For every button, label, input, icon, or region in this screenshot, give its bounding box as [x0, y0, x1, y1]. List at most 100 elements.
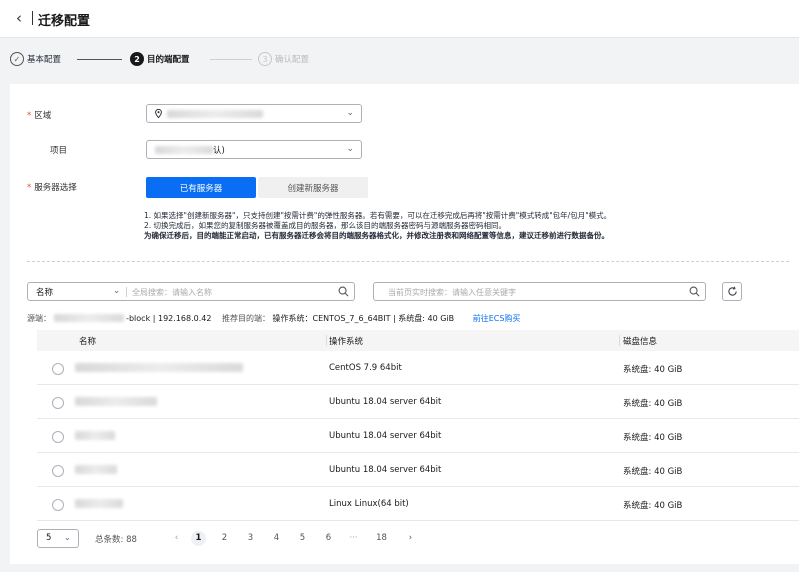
existing-server-button[interactable]: 已有服务器 — [146, 177, 256, 198]
page-size-value: 5 — [46, 533, 52, 543]
recommend-label: 推荐目的端： — [221, 314, 270, 323]
os-cell: Linux Linux(64 bit) — [329, 499, 409, 509]
pagination: 5 ⌄ 总条数: 88 ‹ 1 2 3 4 5 6 ··· 18 › — [37, 529, 799, 549]
row-radio[interactable] — [52, 465, 64, 477]
os-cell: Ubuntu 18.04 server 64bit — [329, 397, 442, 407]
step-connector — [210, 59, 252, 60]
column-header-os: 操作系统 — [329, 337, 364, 347]
page-1[interactable]: 1 — [191, 531, 206, 546]
refresh-button[interactable] — [722, 282, 742, 301]
step-label: 基本配置 — [27, 55, 62, 65]
row-radio[interactable] — [52, 431, 64, 443]
row-radio[interactable] — [52, 499, 64, 511]
global-search[interactable]: 名称 ⌄ 全局搜索：请输入名称 — [27, 282, 355, 301]
column-divider — [326, 335, 327, 346]
chevron-down-icon: ⌄ — [346, 144, 354, 154]
step-number: 3 — [258, 52, 272, 66]
disk-cell: 系统盘: 40 GiB — [623, 365, 683, 375]
project-select[interactable]: 认) ⌄ — [146, 140, 362, 159]
redacted-server-name — [75, 431, 115, 440]
table-header: 名称 操作系统 磁盘信息 — [37, 330, 799, 351]
filter-field-select[interactable]: 名称 — [36, 286, 53, 298]
main-card: * 区域 ⌄ 项目 认) ⌄ * 服务器选择 已有服务器 创建新服务器 1. 如果选… — [10, 84, 799, 564]
section-divider — [27, 261, 789, 262]
required-mark: * — [27, 111, 32, 121]
step-label: 目的端配置 — [147, 55, 190, 65]
disk-cell: 系统盘: 40 GiB — [623, 467, 683, 477]
os-cell: Ubuntu 18.04 server 64bit — [329, 465, 442, 475]
page-4[interactable]: 4 — [269, 531, 284, 546]
chevron-down-icon: ⌄ — [64, 533, 71, 542]
row-radio[interactable] — [52, 363, 64, 375]
column-divider — [619, 335, 620, 346]
server-select-label-text: 服务器选择 — [34, 183, 77, 193]
region-label: * 区域 — [27, 109, 51, 121]
page-5[interactable]: 5 — [295, 531, 310, 546]
filter-divider — [126, 287, 127, 297]
table-row[interactable]: Ubuntu 18.04 server 64bit 系统盘: 40 GiB — [37, 454, 799, 487]
table-row[interactable]: Ubuntu 18.04 server 64bit 系统盘: 40 GiB — [37, 386, 799, 419]
global-search-placeholder: 全局搜索：请输入名称 — [132, 288, 212, 297]
redacted-source — [53, 314, 124, 322]
next-page-icon[interactable]: › — [403, 531, 418, 546]
source-label: 源端： — [27, 314, 51, 323]
page-2[interactable]: 2 — [217, 531, 232, 546]
required-mark: * — [27, 183, 32, 193]
row-radio[interactable] — [52, 397, 64, 409]
step-target-config: 2 目的端配置 — [130, 52, 190, 66]
table-row[interactable]: Linux Linux(64 bit) 系统盘: 40 GiB — [37, 488, 799, 521]
step-number: 2 — [130, 52, 144, 66]
page-size-select[interactable]: 5 ⌄ — [37, 529, 79, 548]
os-label: 操作系统： — [272, 314, 313, 323]
page-title: 迁移配置 — [38, 14, 91, 29]
os-cell: CentOS 7.9 64bit — [329, 363, 402, 373]
step-connector — [77, 59, 122, 60]
search-icon[interactable] — [338, 286, 349, 297]
disk-cell: 系统盘: 40 GiB — [623, 399, 683, 409]
region-label-text: 区域 — [34, 111, 52, 121]
disk-cell: 系统盘: 40 GiB — [623, 433, 683, 443]
location-pin-icon — [155, 109, 162, 118]
total-count: 总条数: 88 — [95, 535, 137, 545]
note-line: 1. 如果选择"创建新服务器"，只支持创建"按需计费"的弹性服务器。若有需要，可… — [144, 211, 612, 220]
ecs-purchase-link[interactable]: 前往ECS购买 — [473, 314, 521, 323]
source-info: 源端： -block | 192.168.0.42 推荐目的端： 操作系统：CE… — [27, 313, 520, 324]
page-search[interactable]: 当前页实时搜索：请输入任意关键字 — [373, 282, 706, 301]
step-indicator: ✓ 基本配置 2 目的端配置 3 确认配置 — [0, 48, 799, 74]
step-basic-config: ✓ 基本配置 — [10, 52, 61, 66]
chevron-down-icon: ⌄ — [346, 108, 354, 118]
redacted-server-name — [75, 397, 157, 406]
column-header-name: 名称 — [79, 337, 97, 347]
page-header: ‹ 迁移配置 — [0, 0, 799, 38]
redacted-region — [167, 110, 263, 118]
os-value: CENTOS_7_6_64BIT | 系统盘: 40 GiB — [312, 314, 455, 323]
prev-page-icon[interactable]: ‹ — [169, 531, 184, 546]
server-select-label: * 服务器选择 — [27, 181, 77, 193]
project-value: 认) — [213, 146, 225, 156]
project-label: 项目 — [50, 146, 68, 156]
page-3[interactable]: 3 — [243, 531, 258, 546]
table-row[interactable]: Ubuntu 18.04 server 64bit 系统盘: 40 GiB — [37, 420, 799, 453]
page-last[interactable]: 18 — [374, 531, 389, 546]
column-header-disk: 磁盘信息 — [623, 337, 658, 347]
check-icon: ✓ — [10, 52, 24, 66]
warning-line: 为确保迁移后，目的端能正常启动，已有服务器迁移会将目的端服务器格式化，并修改注册… — [144, 231, 609, 240]
page-6[interactable]: 6 — [321, 531, 336, 546]
os-cell: Ubuntu 18.04 server 64bit — [329, 431, 442, 441]
redacted-server-name — [75, 363, 243, 372]
source-value: -block | 192.168.0.42 — [126, 314, 212, 323]
table-row[interactable]: CentOS 7.9 64bit 系统盘: 40 GiB — [37, 352, 799, 385]
server-notes: 1. 如果选择"创建新服务器"，只支持创建"按需计费"的弹性服务器。若有需要，可… — [144, 211, 611, 241]
step-label: 确认配置 — [275, 55, 310, 65]
chevron-down-icon[interactable]: ⌄ — [113, 286, 120, 296]
new-server-button[interactable]: 创建新服务器 — [258, 177, 368, 198]
page-search-placeholder: 当前页实时搜索：请输入任意关键字 — [388, 288, 516, 297]
refresh-icon — [728, 286, 737, 296]
redacted-server-name — [75, 499, 123, 508]
title-divider — [32, 11, 33, 25]
search-icon[interactable] — [689, 286, 700, 297]
redacted-project — [155, 146, 213, 154]
chevron-left-icon[interactable]: ‹ — [16, 10, 22, 26]
region-select[interactable]: ⌄ — [146, 104, 362, 123]
page-ellipsis[interactable]: ··· — [346, 531, 361, 546]
